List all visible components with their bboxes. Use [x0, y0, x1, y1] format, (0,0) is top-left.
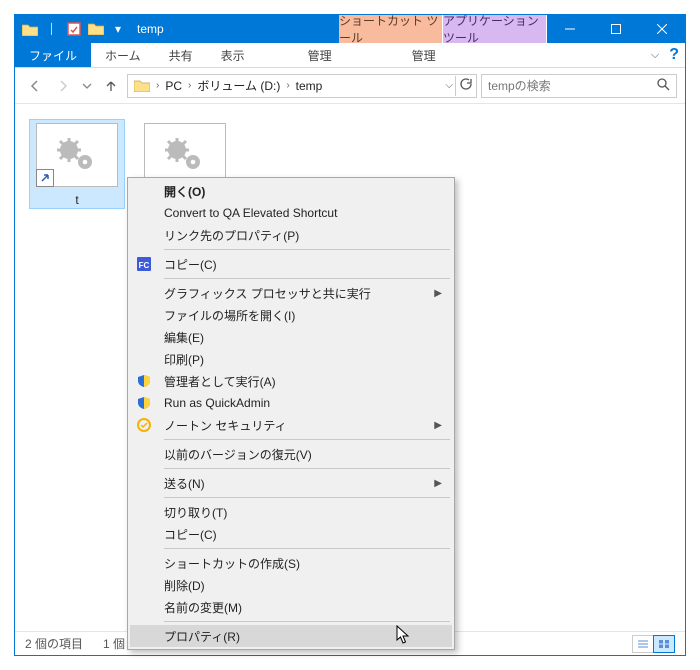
file-name: t [31, 193, 123, 207]
ctx-delete[interactable]: 削除(D) [130, 574, 452, 596]
qat-customize-icon[interactable]: ▾ [107, 22, 129, 36]
file-item-t[interactable]: t [29, 119, 125, 209]
ctx-edit[interactable]: 編集(E) [130, 326, 452, 348]
shield-icon [136, 373, 152, 389]
qat-new-folder-icon[interactable] [85, 23, 107, 35]
minimize-button[interactable] [547, 15, 593, 43]
ctx-copy-fc[interactable]: FC コピー(C) [130, 253, 452, 275]
close-button[interactable] [639, 15, 685, 43]
file-thumbnail [36, 123, 118, 187]
shortcut-overlay-icon [36, 169, 54, 187]
refresh-icon[interactable] [458, 77, 472, 94]
ctx-gpu[interactable]: グラフィックス プロセッサと共に実行▶ [130, 282, 452, 304]
search-placeholder: tempの検索 [488, 77, 551, 94]
ctx-cut[interactable]: 切り取り(T) [130, 501, 452, 523]
help-icon[interactable]: ? [669, 46, 679, 64]
ctx-open[interactable]: 開く(O) [130, 180, 452, 202]
ribbon-tabs: ファイル ホーム 共有 表示 管理 管理 ⌵ ? [15, 43, 685, 68]
up-button[interactable] [99, 74, 123, 98]
ctx-send-to[interactable]: 送る(N)▶ [130, 472, 452, 494]
ctx-copy[interactable]: コピー(C) [130, 523, 452, 545]
norton-icon [136, 417, 152, 433]
breadcrumb-drive[interactable]: ボリューム (D:) [193, 77, 284, 94]
search-icon[interactable] [657, 78, 670, 94]
chevron-right-icon: ▶ [434, 478, 442, 489]
ctx-properties[interactable]: プロパティ(R) [130, 625, 452, 647]
contextual-tab-application[interactable]: アプリケーション ツール [443, 15, 547, 43]
ribbon-expand-icon[interactable]: ⌵ [651, 49, 659, 62]
title-bar: │ ▾ temp ショートカット ツール アプリケーション ツール [15, 15, 685, 43]
window-title: temp [129, 15, 172, 43]
view-details-button[interactable] [632, 635, 654, 653]
chevron-right-icon[interactable]: › [154, 80, 161, 91]
tab-share[interactable]: 共有 [155, 43, 207, 67]
gears-icon [53, 135, 101, 175]
svg-text:FC: FC [139, 261, 150, 270]
contextual-tab-shortcut[interactable]: ショートカット ツール [339, 15, 443, 43]
ctx-rename[interactable]: 名前の変更(M) [130, 596, 452, 618]
ctx-run-as-admin[interactable]: 管理者として実行(A) [130, 370, 452, 392]
folder-icon [22, 23, 38, 35]
chevron-right-icon: ▶ [434, 420, 442, 431]
ctx-create-shortcut[interactable]: ショートカットの作成(S) [130, 552, 452, 574]
ctx-open-location[interactable]: ファイルの場所を開く(I) [130, 304, 452, 326]
ctx-convert-qa[interactable]: Convert to QA Elevated Shortcut [130, 202, 452, 224]
recent-locations-button[interactable] [79, 74, 95, 98]
folder-icon [130, 80, 154, 92]
gears-icon [161, 135, 209, 175]
address-dropdown-icon[interactable]: ⌵ [445, 80, 453, 91]
navigation-bar: › PC › ボリューム (D:) › temp ⌵ tempの検索 [15, 68, 685, 104]
address-bar[interactable]: › PC › ボリューム (D:) › temp ⌵ [127, 74, 477, 98]
view-large-icons-button[interactable] [653, 635, 675, 653]
maximize-button[interactable] [593, 15, 639, 43]
ctx-print[interactable]: 印刷(P) [130, 348, 452, 370]
chevron-right-icon[interactable]: › [186, 80, 193, 91]
breadcrumb-pc[interactable]: PC [161, 79, 186, 93]
status-selected-count: 1 個 [103, 635, 125, 652]
shield-icon [136, 395, 152, 411]
fastcopy-icon: FC [136, 256, 152, 272]
status-item-count: 2 個の項目 [25, 635, 83, 652]
ctx-link-properties[interactable]: リンク先のプロパティ(P) [130, 224, 452, 246]
context-menu: 開く(O) Convert to QA Elevated Shortcut リン… [127, 177, 455, 650]
tab-manage-shortcut[interactable]: 管理 [268, 43, 372, 67]
tab-file[interactable]: ファイル [15, 43, 91, 67]
forward-button[interactable] [51, 74, 75, 98]
breadcrumb-folder[interactable]: temp [292, 79, 327, 93]
tab-view[interactable]: 表示 [207, 43, 259, 67]
chevron-right-icon[interactable]: › [284, 80, 291, 91]
tab-manage-app[interactable]: 管理 [372, 43, 476, 67]
search-input[interactable]: tempの検索 [481, 74, 677, 98]
back-button[interactable] [23, 74, 47, 98]
tab-home[interactable]: ホーム [91, 43, 155, 67]
ctx-restore-versions[interactable]: 以前のバージョンの復元(V) [130, 443, 452, 465]
ctx-norton[interactable]: ノートン セキュリティ▶ [130, 414, 452, 436]
chevron-right-icon: ▶ [434, 288, 442, 299]
ctx-quickadmin[interactable]: Run as QuickAdmin [130, 392, 452, 414]
qat-properties-icon[interactable] [63, 22, 85, 36]
qat-separator: │ [41, 24, 63, 35]
